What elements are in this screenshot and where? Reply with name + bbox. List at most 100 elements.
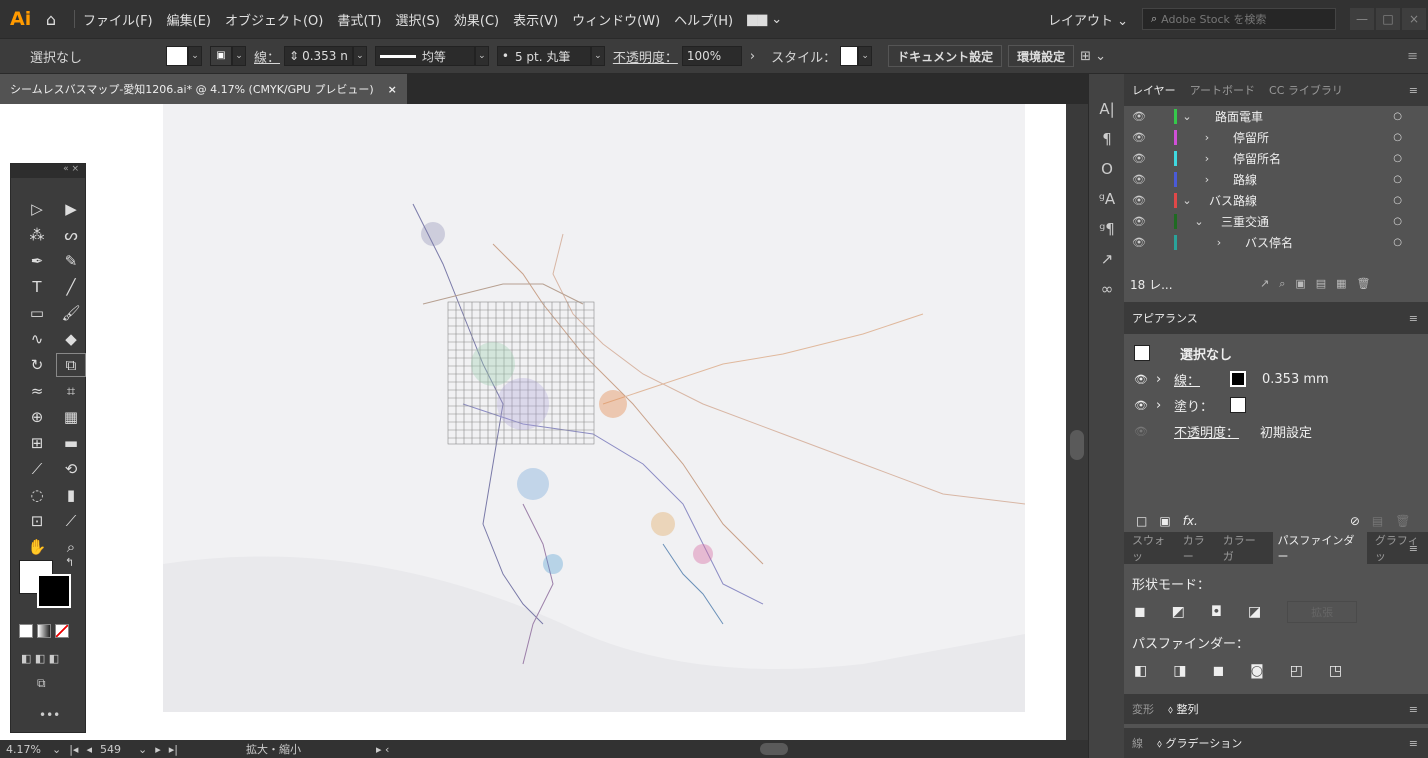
preferences-button[interactable]: 環境設定	[1008, 45, 1075, 67]
current-tool-status[interactable]: 拡大・縮小	[246, 741, 366, 757]
fill-color-swatch[interactable]	[1230, 397, 1246, 413]
draw-modes-icon[interactable]: ◧ ◧ ◧	[21, 652, 59, 665]
minus-front-icon[interactable]: ◩	[1172, 604, 1185, 620]
paintbrush-tool-icon[interactable]: 🖌	[57, 302, 85, 324]
menu-object[interactable]: オブジェクト(O)	[225, 10, 323, 29]
control-panel-menu-icon[interactable]: ≡	[1407, 49, 1418, 64]
layer-name[interactable]: 三重交通	[1221, 213, 1269, 230]
tab-align[interactable]: ⬨ 整列	[1168, 701, 1198, 717]
maximize-icon[interactable]: □	[1376, 8, 1400, 30]
workspace-switcher[interactable]: レイアウト ⌄	[1048, 10, 1128, 29]
add-stroke-icon[interactable]: □	[1136, 514, 1147, 528]
next-artboard-icon[interactable]: ▸	[155, 743, 161, 756]
layer-name[interactable]: バス停名	[1245, 234, 1293, 251]
eraser-tool-icon[interactable]: ◆	[57, 328, 85, 350]
selection-tool-icon[interactable]: ▶	[57, 198, 85, 220]
brush-definition[interactable]: • 5 pt. 丸筆	[496, 46, 591, 66]
menu-edit[interactable]: 編集(E)	[167, 10, 211, 29]
eyedropper-tool-icon[interactable]: ⟋	[23, 458, 51, 480]
appearance-fill-row[interactable]: 👁 › 塗り：	[1134, 392, 1428, 418]
tab-gradient[interactable]: ⬨ グラデーション	[1157, 735, 1242, 751]
magic-wand-tool-icon[interactable]: ⁂	[23, 224, 51, 246]
type-tool-icon[interactable]: T	[23, 276, 51, 298]
pen-tool-icon[interactable]: ✒	[23, 250, 51, 272]
target-icon[interactable]: ○	[1393, 111, 1402, 122]
opacity-arrow-icon[interactable]: ›	[750, 49, 755, 64]
gradient-tool-icon[interactable]: ▬	[57, 432, 85, 454]
character-panel-icon[interactable]: A|	[1089, 94, 1125, 124]
menu-window[interactable]: ウィンドウ(W)	[572, 10, 660, 29]
twirl-icon[interactable]: ›	[1197, 131, 1217, 144]
appearance-opacity-row[interactable]: 👁 不透明度： 初期設定	[1134, 418, 1428, 444]
canvas[interactable]	[0, 104, 1066, 740]
zoom-dropdown-icon[interactable]: ⌄	[52, 743, 61, 756]
mesh-tool-icon[interactable]: ⊞	[23, 432, 51, 454]
symbol-sprayer-tool-icon[interactable]: ◌	[23, 484, 51, 506]
layer-row[interactable]: 👁 › 路線 ○	[1124, 169, 1428, 190]
color-mode-icon[interactable]	[19, 624, 33, 638]
menu-view[interactable]: 表示(V)	[513, 10, 558, 29]
gradient-panel-menu-icon[interactable]: ≡	[1409, 737, 1418, 750]
menu-select[interactable]: 選択(S)	[395, 10, 439, 29]
appearance-fill-label[interactable]: 塗り：	[1174, 396, 1230, 415]
stroke-weight-label[interactable]: 線：	[254, 47, 280, 66]
appearance-panel-menu-icon[interactable]: ≡	[1409, 312, 1418, 325]
appearance-stroke-row[interactable]: 👁 › 線： 0.353 mm	[1134, 366, 1428, 392]
prev-artboard-icon[interactable]: ◂	[86, 743, 92, 756]
width-tool-icon[interactable]: ≈	[23, 380, 51, 402]
layer-name[interactable]: バス路線	[1209, 192, 1257, 209]
visibility-eye-icon[interactable]: 👁	[1124, 110, 1154, 123]
appearance-opacity-label[interactable]: 不透明度：	[1174, 422, 1260, 441]
twirl-icon[interactable]: ⌄	[1177, 194, 1197, 207]
outline-icon[interactable]: ◰	[1290, 663, 1303, 679]
visibility-eye-icon[interactable]: 👁	[1124, 173, 1154, 186]
exclude-icon[interactable]: ◪	[1248, 604, 1261, 620]
minimize-icon[interactable]: —	[1350, 8, 1374, 30]
paragraph-panel-icon[interactable]: ¶	[1089, 124, 1125, 154]
stroke-color-box[interactable]	[37, 574, 71, 608]
swap-fill-stroke-icon[interactable]: ↰	[65, 556, 74, 569]
brush-dropdown[interactable]: ⌄	[590, 46, 605, 66]
rotate-tool-icon[interactable]: ↻	[23, 354, 51, 376]
layer-row[interactable]: 👁 › バス停名 ○	[1124, 232, 1428, 253]
opacity-field[interactable]: 100%	[681, 46, 742, 66]
stroke-swatch[interactable]: ▣	[210, 46, 232, 66]
tab-layers[interactable]: レイヤー	[1132, 82, 1176, 98]
stroke-dropdown[interactable]: ⌄	[232, 46, 246, 66]
layer-row[interactable]: 👁 ⌄ 三重交通 ○	[1124, 211, 1428, 232]
bus-map-artwork[interactable]	[163, 104, 1026, 712]
twirl-icon[interactable]: ›	[1197, 152, 1217, 165]
hand-tool-icon[interactable]: ✋	[23, 536, 51, 558]
zoom-level[interactable]: 4.17%	[0, 743, 52, 756]
tab-pathfinder[interactable]: パスファインダー	[1273, 532, 1367, 564]
menu-type[interactable]: 書式(T)	[337, 10, 381, 29]
visibility-eye-icon[interactable]: 👁	[1124, 152, 1154, 165]
paragraph-styles-icon[interactable]: ᵍ¶	[1089, 214, 1125, 244]
layer-row[interactable]: 👁 ⌄ 路面電車 ○	[1124, 106, 1428, 127]
layer-name[interactable]: 停留所	[1233, 129, 1269, 146]
layer-footer-icons[interactable]: ↗⌕▣▤▦🗑	[1260, 277, 1381, 291]
vertical-scroll-thumb[interactable]	[1070, 430, 1084, 460]
style-swatch[interactable]	[840, 46, 859, 66]
crop-icon[interactable]: ◙	[1250, 663, 1264, 679]
free-transform-tool-icon[interactable]: ⌗	[57, 380, 85, 402]
merge-icon[interactable]: ◼	[1212, 663, 1224, 679]
align-panel-menu-icon[interactable]: ≡	[1409, 703, 1418, 716]
visibility-eye-icon[interactable]: 👁	[1124, 131, 1154, 144]
tab-appearance[interactable]: アピアランス	[1132, 310, 1198, 326]
none-mode-icon[interactable]	[55, 624, 69, 638]
column-graph-tool-icon[interactable]: ▮	[57, 484, 85, 506]
shaper-tool-icon[interactable]: ∿	[23, 328, 51, 350]
vertical-scrollbar[interactable]	[1066, 104, 1088, 740]
tools-panel-header[interactable]: « ×	[11, 164, 85, 178]
minus-back-icon[interactable]: ◳	[1329, 663, 1342, 679]
trim-icon[interactable]: ◨	[1173, 663, 1186, 679]
menu-help[interactable]: ヘルプ(H)	[674, 10, 733, 29]
visibility-eye-icon[interactable]: 👁	[1124, 215, 1154, 228]
add-effect-icon[interactable]: fx.	[1183, 514, 1198, 528]
stroke-color-swatch[interactable]	[1230, 371, 1246, 387]
layers-panel-menu-icon[interactable]: ≡	[1409, 84, 1418, 97]
gradient-mode-icon[interactable]	[37, 624, 51, 638]
rectangle-tool-icon[interactable]: ▭	[23, 302, 51, 324]
first-artboard-icon[interactable]: |◂	[69, 743, 78, 756]
